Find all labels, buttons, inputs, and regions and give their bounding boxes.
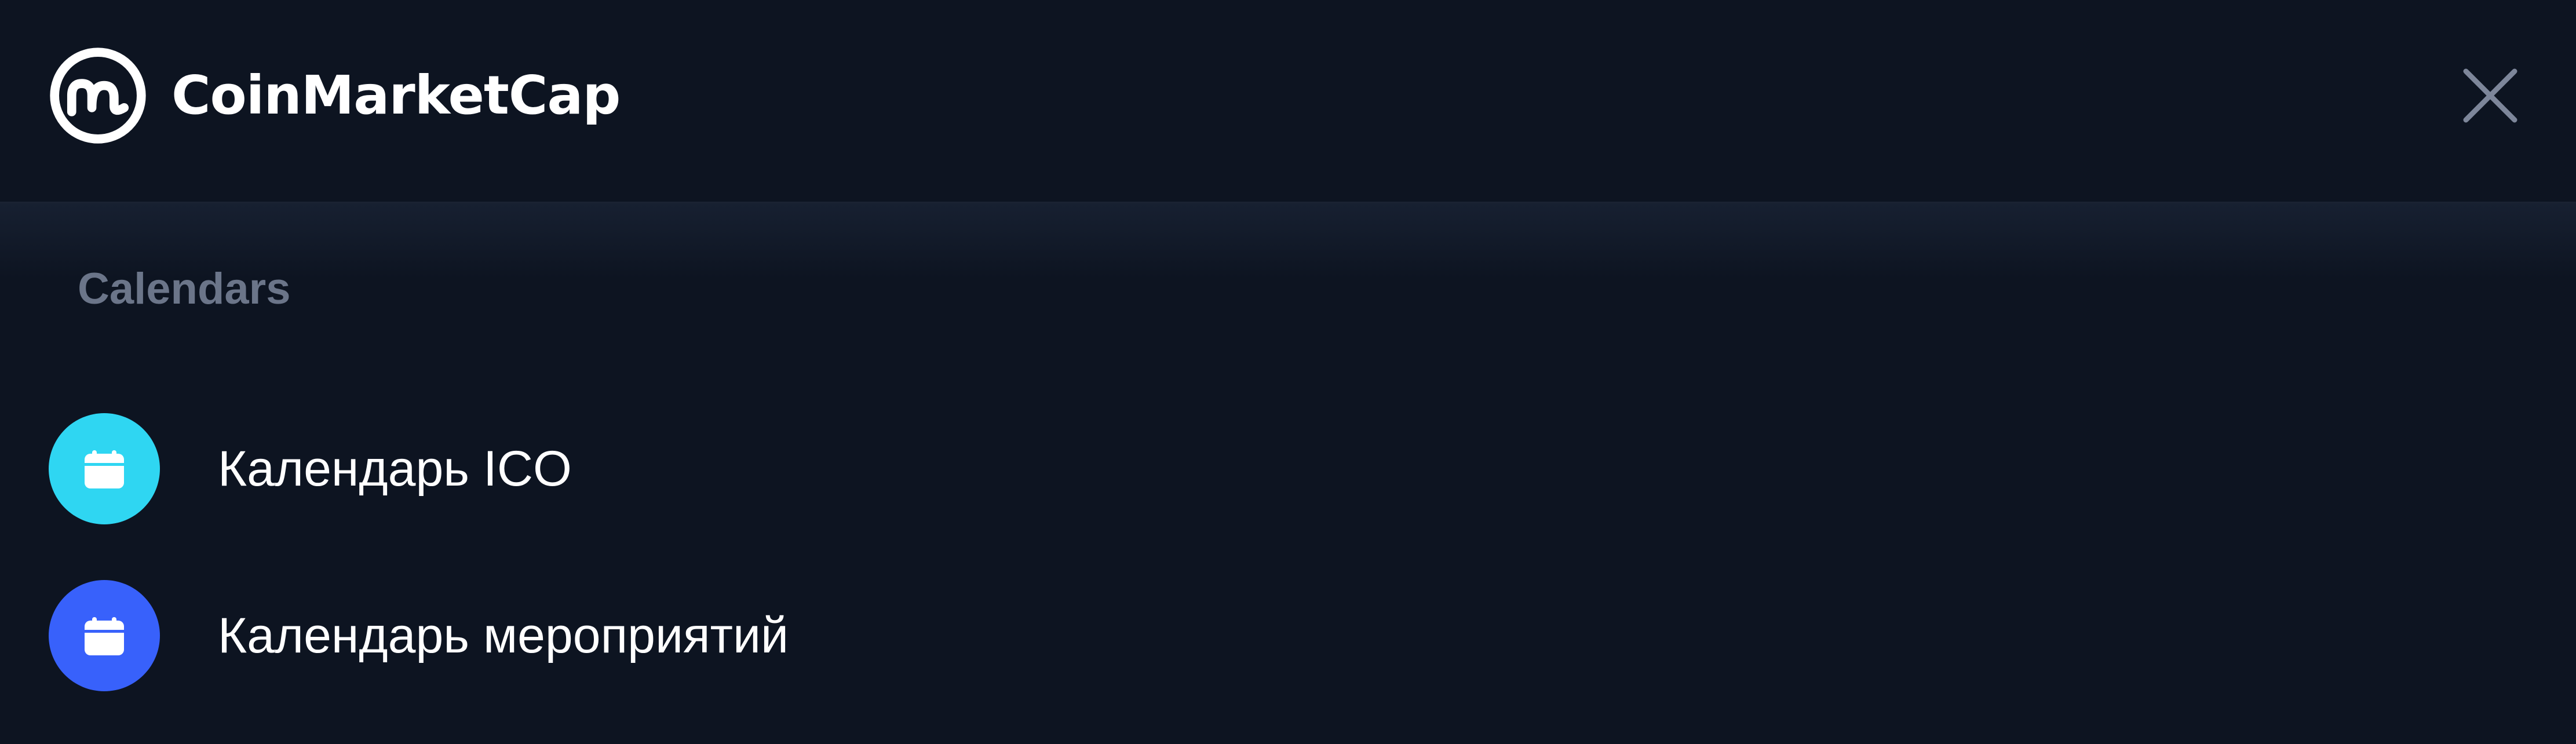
brand-logo[interactable]: CoinMarketCap — [48, 45, 621, 146]
menu-item-label: Календарь мероприятий — [218, 608, 789, 663]
events-calendar-badge — [49, 580, 160, 691]
menu-content: Calendars Календарь ICO Календарь меропр… — [0, 203, 2576, 744]
close-icon — [2463, 68, 2517, 123]
section-title: Calendars — [78, 264, 291, 313]
brand-name: CoinMarketCap — [172, 64, 621, 126]
calendar-icon — [85, 617, 124, 655]
coinmarketcap-logo-icon — [50, 48, 146, 144]
calendar-icon — [85, 450, 124, 488]
close-button[interactable] — [2460, 65, 2520, 126]
ico-calendar-badge — [49, 413, 160, 524]
menu-item-ico-calendar[interactable]: Календарь ICO — [49, 413, 572, 524]
menu-item-label: Календарь ICO — [218, 441, 572, 497]
menu-item-events-calendar[interactable]: Календарь мероприятий — [49, 580, 789, 691]
header: CoinMarketCap — [0, 0, 2576, 203]
